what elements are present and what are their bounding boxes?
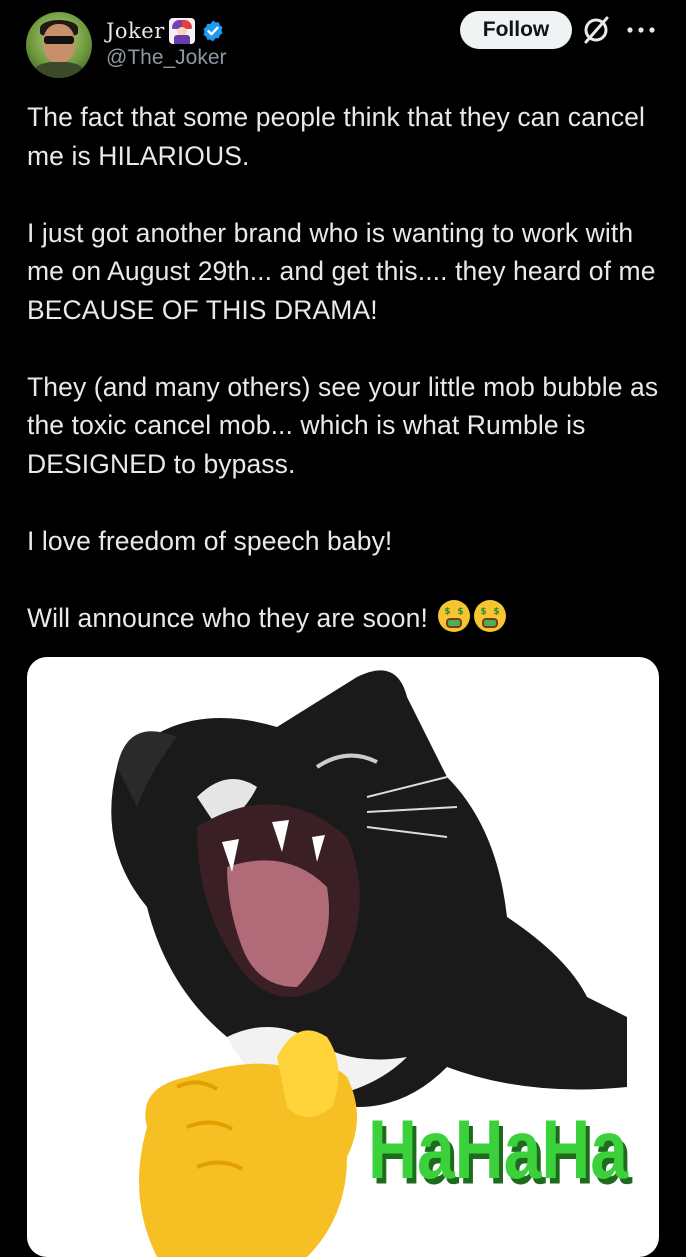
verified-badge-icon <box>203 20 223 42</box>
tweet-post: Joker @The_Joker Follow The fact that so… <box>0 0 686 1257</box>
tweet-media-image[interactable]: HaHaHa HaHaHa <box>27 657 659 1257</box>
svg-text:$: $ <box>494 607 500 617</box>
author-display-name[interactable]: Joker <box>106 19 165 43</box>
svg-text:$: $ <box>458 607 464 617</box>
more-options-icon[interactable] <box>626 26 656 34</box>
grok-icon[interactable] <box>580 14 612 46</box>
avatar-face <box>43 24 75 64</box>
tweet-paragraph: Will announce who they are soon! <box>27 602 428 633</box>
tweet-paragraph: I love freedom of speech baby! <box>27 525 393 556</box>
avatar-shirt <box>34 62 84 78</box>
author-handle[interactable]: @The_Joker <box>106 46 227 70</box>
hahaha-caption: HaHaHa <box>368 1102 629 1196</box>
tweet-text: The fact that some people think that the… <box>27 98 667 637</box>
tweet-paragraph: I just got another brand who is wanting … <box>27 217 656 325</box>
laughing-cat-illustration: HaHaHa HaHaHa <box>111 670 633 1257</box>
author-name-row[interactable]: Joker <box>106 16 225 46</box>
svg-text:$: $ <box>481 607 487 617</box>
avatar-sunglasses <box>44 36 74 44</box>
tweet-paragraph: The fact that some people think that the… <box>27 102 646 171</box>
tweet-paragraph: They (and many others) see your little m… <box>27 371 659 479</box>
joker-emoji-icon <box>168 18 195 44</box>
avatar[interactable] <box>26 12 92 78</box>
follow-button[interactable]: Follow <box>460 11 572 49</box>
tweet-paragraph-last: Will announce who they are soon! $ $ $ $ <box>27 599 667 638</box>
money-mouth-face-emoji: $ $ <box>474 599 507 632</box>
pointing-hand-icon <box>139 1030 357 1257</box>
money-mouth-face-emoji: $ $ <box>438 599 471 632</box>
svg-text:$: $ <box>445 607 451 617</box>
